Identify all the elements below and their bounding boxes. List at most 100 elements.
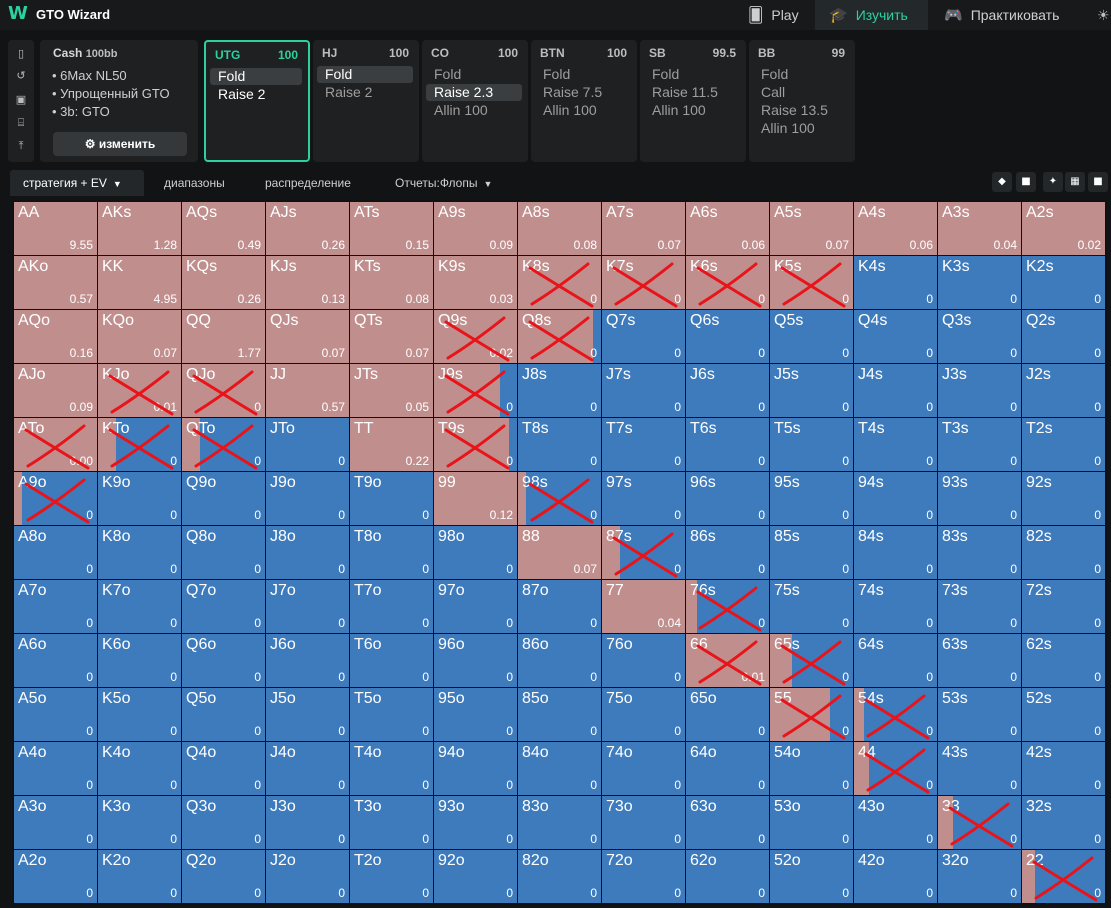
position-card-utg[interactable]: UTG 100 Fold Raise 2 xyxy=(204,40,310,162)
action-option[interactable]: Raise 2 xyxy=(317,84,413,101)
hand-cell[interactable]: 52s 0 xyxy=(1022,688,1105,741)
hand-cell[interactable]: Q4o 0 xyxy=(182,742,265,795)
action-option[interactable]: Raise 2 xyxy=(210,86,302,103)
hand-cell[interactable]: Q7o 0 xyxy=(182,580,265,633)
hand-cell[interactable]: 75o 0 xyxy=(602,688,685,741)
hand-cell[interactable]: J4o 0 xyxy=(266,742,349,795)
hand-cell[interactable]: 32s 0 xyxy=(1022,796,1105,849)
tab-strategy-ev[interactable]: стратегия + EV ▼ xyxy=(10,170,144,196)
align-icon[interactable]: ⤒ xyxy=(15,140,27,152)
action-option[interactable]: Allin 100 xyxy=(644,102,740,119)
hand-cell[interactable]: 94o 0 xyxy=(434,742,517,795)
hand-cell[interactable]: K8s 0 xyxy=(518,256,601,309)
hand-cell[interactable]: A6o 0 xyxy=(14,634,97,687)
hand-cell[interactable]: A7s 0.07 xyxy=(602,202,685,255)
position-card-co[interactable]: CO 100 Fold Raise 2.3 Allin 100 xyxy=(422,40,528,162)
bookmark-icon[interactable]: ▯ xyxy=(15,48,27,60)
hand-cell[interactable]: 87o 0 xyxy=(518,580,601,633)
hand-cell[interactable]: 72s 0 xyxy=(1022,580,1105,633)
hand-cell[interactable]: QTo 0 xyxy=(182,418,265,471)
hand-cell[interactable]: J5o 0 xyxy=(266,688,349,741)
hand-cell[interactable]: Q3s 0 xyxy=(938,310,1021,363)
hand-cell[interactable]: K7o 0 xyxy=(98,580,181,633)
fullscreen-icon[interactable]: ■ xyxy=(1088,172,1108,192)
position-card-sb[interactable]: SB 99.5 Fold Raise 11.5 Allin 100 xyxy=(640,40,746,162)
hand-cell[interactable]: A4o 0 xyxy=(14,742,97,795)
hand-cell[interactable]: 32o 0 xyxy=(938,850,1021,903)
hand-cell[interactable]: J3s 0 xyxy=(938,364,1021,417)
hand-cell[interactable]: J9s 0 xyxy=(434,364,517,417)
hand-cell[interactable]: T5s 0 xyxy=(770,418,853,471)
hand-cell[interactable]: KTs 0.08 xyxy=(350,256,433,309)
hand-cell[interactable]: T3s 0 xyxy=(938,418,1021,471)
hand-cell[interactable]: JJ 0.57 xyxy=(266,364,349,417)
hand-cell[interactable]: J7s 0 xyxy=(602,364,685,417)
gamepad-icon[interactable]: ⌸ xyxy=(15,117,27,129)
hand-cell[interactable]: KK 4.95 xyxy=(98,256,181,309)
hand-cell[interactable]: T2o 0 xyxy=(350,850,433,903)
hand-cell[interactable]: A8s 0.08 xyxy=(518,202,601,255)
action-option[interactable]: Raise 2.3 xyxy=(426,84,522,101)
square-icon[interactable]: ■ xyxy=(1016,172,1036,192)
save-icon[interactable]: ▣ xyxy=(15,94,27,106)
hand-cell[interactable]: 22 0 xyxy=(1022,850,1105,903)
compress-icon[interactable]: ✦ xyxy=(1043,172,1063,192)
hand-cell[interactable]: AKs 1.28 xyxy=(98,202,181,255)
hand-cell[interactable]: 74s 0 xyxy=(854,580,937,633)
tab-reports[interactable]: Отчеты:Флопы ▼ xyxy=(395,170,492,196)
hand-cell[interactable]: J2s 0 xyxy=(1022,364,1105,417)
hand-cell[interactable]: Q9s 0.02 xyxy=(434,310,517,363)
hand-cell[interactable]: K4o 0 xyxy=(98,742,181,795)
hand-cell[interactable]: A9s 0.09 xyxy=(434,202,517,255)
hand-cell[interactable]: 96s 0 xyxy=(686,472,769,525)
hand-cell[interactable]: K9o 0 xyxy=(98,472,181,525)
hand-cell[interactable]: 62s 0 xyxy=(1022,634,1105,687)
hand-cell[interactable]: J9o 0 xyxy=(266,472,349,525)
hand-cell[interactable]: A4s 0.06 xyxy=(854,202,937,255)
hand-cell[interactable]: A3s 0.04 xyxy=(938,202,1021,255)
hand-cell[interactable]: KJo 0.01 xyxy=(98,364,181,417)
hand-cell[interactable]: K5s 0 xyxy=(770,256,853,309)
action-option[interactable]: Fold xyxy=(753,66,849,83)
hand-cell[interactable]: 42s 0 xyxy=(1022,742,1105,795)
hand-cell[interactable]: AQo 0.16 xyxy=(14,310,97,363)
hand-cell[interactable]: J6o 0 xyxy=(266,634,349,687)
hand-cell[interactable]: Q6s 0 xyxy=(686,310,769,363)
nav-play[interactable]: 🂠 Play xyxy=(748,0,799,30)
hand-cell[interactable]: 94s 0 xyxy=(854,472,937,525)
hand-cell[interactable]: T7s 0 xyxy=(602,418,685,471)
hand-cell[interactable]: J4s 0 xyxy=(854,364,937,417)
hand-cell[interactable]: T7o 0 xyxy=(350,580,433,633)
hand-cell[interactable]: 74o 0 xyxy=(602,742,685,795)
hand-cell[interactable]: TT 0.22 xyxy=(350,418,433,471)
hand-cell[interactable]: A9o 0 xyxy=(14,472,97,525)
nav-study[interactable]: 🎓 Изучить xyxy=(815,0,928,30)
hand-cell[interactable]: Q2s 0 xyxy=(1022,310,1105,363)
hand-cell[interactable]: 53o 0 xyxy=(770,796,853,849)
edit-button[interactable]: ⚙ изменить xyxy=(53,132,187,156)
hand-cell[interactable]: KTo 0 xyxy=(98,418,181,471)
hand-cell[interactable]: 54o 0 xyxy=(770,742,853,795)
hand-cell[interactable]: 93o 0 xyxy=(434,796,517,849)
hand-cell[interactable]: Q4s 0 xyxy=(854,310,937,363)
hand-cell[interactable]: 97o 0 xyxy=(434,580,517,633)
hand-cell[interactable]: 65s 0 xyxy=(770,634,853,687)
hand-cell[interactable]: 86o 0 xyxy=(518,634,601,687)
action-option[interactable]: Allin 100 xyxy=(535,102,631,119)
hand-cell[interactable]: 85o 0 xyxy=(518,688,601,741)
action-option[interactable]: Raise 11.5 xyxy=(644,84,740,101)
hand-cell[interactable]: 64o 0 xyxy=(686,742,769,795)
hand-cell[interactable]: 98o 0 xyxy=(434,526,517,579)
hand-cell[interactable]: A6s 0.06 xyxy=(686,202,769,255)
hand-cell[interactable]: 63s 0 xyxy=(938,634,1021,687)
3d-icon[interactable]: ◆ xyxy=(992,172,1012,192)
nav-practice[interactable]: 🎮 Практиковать xyxy=(944,0,1059,30)
hand-cell[interactable]: Q5o 0 xyxy=(182,688,265,741)
hand-cell[interactable]: K5o 0 xyxy=(98,688,181,741)
hand-cell[interactable]: T2s 0 xyxy=(1022,418,1105,471)
hand-cell[interactable]: J3o 0 xyxy=(266,796,349,849)
hand-cell[interactable]: J2o 0 xyxy=(266,850,349,903)
action-option[interactable]: Allin 100 xyxy=(753,120,849,137)
hand-cell[interactable]: 64s 0 xyxy=(854,634,937,687)
hand-cell[interactable]: T9o 0 xyxy=(350,472,433,525)
